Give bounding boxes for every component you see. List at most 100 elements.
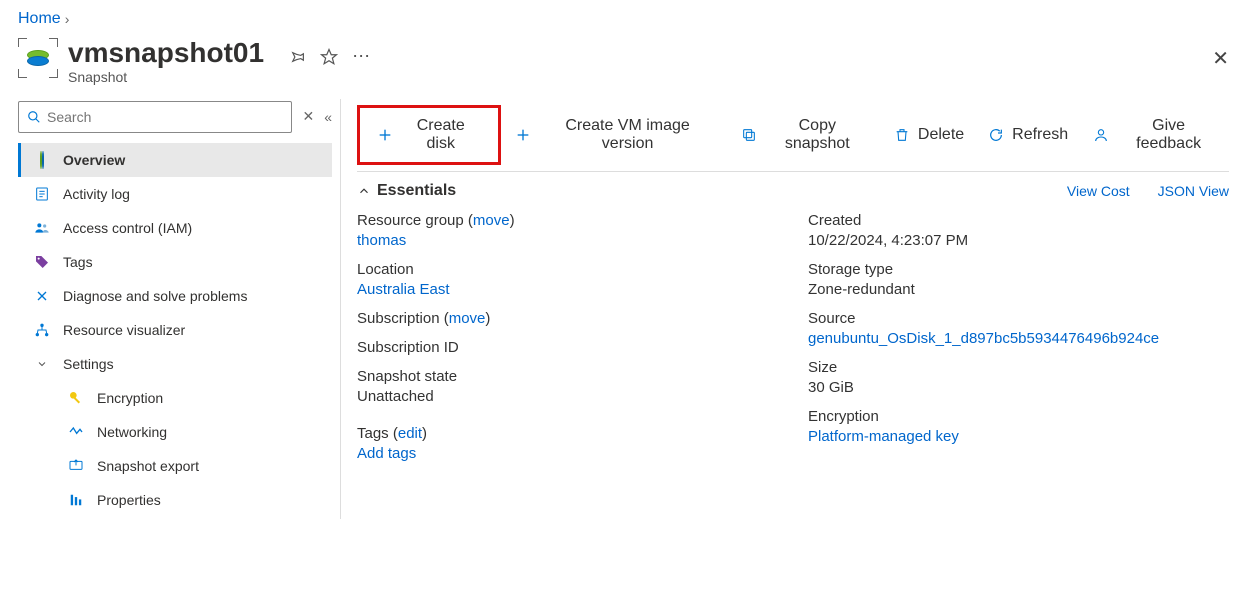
sidebar-item-properties[interactable]: Properties [18,483,332,517]
close-button[interactable]: ✕ [1212,46,1229,71]
button-label: Copy snapshot [765,117,870,153]
subscription-id-label: Subscription ID [357,339,778,356]
snapshot-state-value: Unattached [357,388,778,405]
subscription-move-link[interactable]: move [449,310,486,327]
sidebar-item-label: Resource visualizer [63,322,185,338]
search-input[interactable] [47,109,283,125]
tags-label: Tags (edit) [357,425,778,442]
collapse-sidebar-button[interactable]: « [324,109,332,125]
feedback-icon [1092,127,1110,143]
created-value: 10/22/2024, 4:23:07 PM [808,232,1229,249]
chevron-up-icon [357,184,371,198]
toolbar: Create disk Create VM image version Copy… [357,99,1229,172]
tag-icon [33,254,51,270]
sidebar-item-label: Overview [63,152,125,168]
sidebar-item-label: Diagnose and solve problems [63,288,247,304]
title-text: vmsnapshot01 Snapshot [68,38,264,85]
plus-icon [377,127,393,143]
log-icon [33,186,51,202]
source-value[interactable]: genubuntu_OsDisk_1_d897bc5b5934476496b92… [808,330,1159,347]
tags-edit-link[interactable]: edit [398,425,422,442]
sidebar-item-label: Access control (IAM) [63,220,192,236]
properties-icon [67,492,85,508]
sidebar-item-activity-log[interactable]: Activity log [18,177,332,211]
json-view-link[interactable]: JSON View [1158,183,1229,199]
sidebar-item-label: Properties [97,492,161,508]
export-icon [67,458,85,474]
delete-button[interactable]: Delete [884,120,974,150]
breadcrumb: Home › [0,0,1247,32]
resource-icon [18,38,58,78]
copy-snapshot-button[interactable]: Copy snapshot [731,111,880,159]
button-label: Create VM image version [539,117,717,153]
clear-search-button[interactable]: ✕ [302,108,314,125]
sidebar-item-encryption[interactable]: Encryption [18,381,332,415]
sidebar-item-label: Activity log [63,186,130,202]
location-value[interactable]: Australia East [357,281,450,298]
hierarchy-icon [33,322,51,338]
storage-type-label: Storage type [808,261,1229,278]
sidebar: ✕ « Overview Activity log Access control… [0,91,340,527]
essentials-label: Essentials [377,182,456,200]
title-actions: ⋯ [288,46,370,67]
sidebar-item-diagnose[interactable]: Diagnose and solve problems [18,279,332,313]
snapshot-state-label: Snapshot state [357,368,778,385]
page-title: vmsnapshot01 [68,38,264,69]
key-icon [67,390,85,406]
button-label: Refresh [1012,126,1068,144]
trash-icon [894,127,910,143]
refresh-icon [988,127,1004,143]
refresh-button[interactable]: Refresh [978,120,1078,150]
disk-icon [33,152,51,168]
encryption-label: Encryption [808,408,1229,425]
tools-icon [33,288,51,304]
add-tags-link[interactable]: Add tags [357,445,416,462]
give-feedback-button[interactable]: Give feedback [1082,111,1229,159]
sidebar-item-resource-visualizer[interactable]: Resource visualizer [18,313,332,347]
size-label: Size [808,359,1229,376]
size-value: 30 GiB [808,379,1229,396]
sidebar-item-tags[interactable]: Tags [18,245,332,279]
more-button[interactable]: ⋯ [352,46,370,67]
sidebar-item-label: Tags [63,254,93,270]
resource-group-move-link[interactable]: move [473,212,510,229]
favorite-button[interactable] [320,48,338,66]
sidebar-item-networking[interactable]: Networking [18,415,332,449]
source-label: Source [808,310,1229,327]
sidebar-item-label: Encryption [97,390,163,406]
sidebar-section-settings[interactable]: Settings [18,347,332,381]
button-label: Create disk [401,117,481,153]
button-label: Give feedback [1118,117,1219,153]
network-icon [67,424,85,440]
main-content: Create disk Create VM image version Copy… [341,91,1247,527]
view-cost-link[interactable]: View Cost [1067,183,1130,199]
chevron-down-icon [33,358,51,370]
search-icon [27,110,41,124]
sidebar-item-access-control[interactable]: Access control (IAM) [18,211,332,245]
resource-group-label: Resource group (move) [357,212,778,229]
storage-type-value: Zone-redundant [808,281,1229,298]
create-vm-image-button[interactable]: Create VM image version [505,111,727,159]
created-label: Created [808,212,1229,229]
people-icon [33,220,51,236]
sidebar-item-label: Networking [97,424,167,440]
sidebar-item-overview[interactable]: Overview [18,143,332,177]
breadcrumb-home[interactable]: Home [18,10,61,28]
highlight-create-disk: Create disk [357,105,501,165]
subscription-label: Subscription (move) [357,310,778,327]
pin-button[interactable] [288,48,306,66]
title-row: vmsnapshot01 Snapshot ⋯ ✕ [0,32,1247,91]
location-label: Location [357,261,778,278]
sidebar-section-label: Settings [63,356,114,372]
sidebar-item-label: Snapshot export [97,458,199,474]
sidebar-item-snapshot-export[interactable]: Snapshot export [18,449,332,483]
chevron-right-icon: › [65,11,70,27]
sidebar-search[interactable] [18,101,292,133]
button-label: Delete [918,126,964,144]
plus-icon [515,127,531,143]
copy-icon [741,127,757,143]
create-disk-button[interactable]: Create disk [367,111,491,159]
essentials-toggle[interactable]: Essentials [357,182,456,200]
encryption-value[interactable]: Platform-managed key [808,428,959,445]
resource-group-value[interactable]: thomas [357,232,406,249]
